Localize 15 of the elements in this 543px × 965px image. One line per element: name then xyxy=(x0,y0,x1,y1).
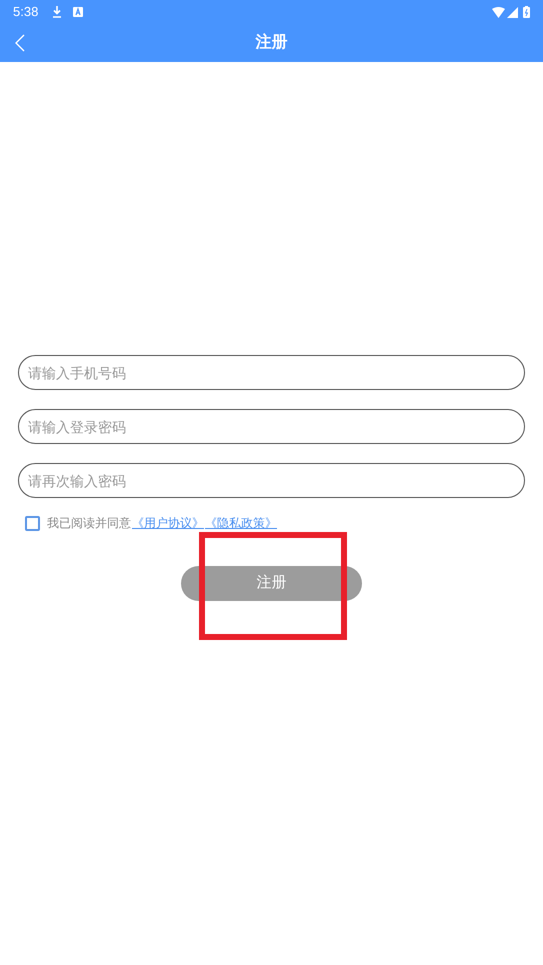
signal-icon xyxy=(507,6,518,18)
download-icon xyxy=(52,6,62,18)
input-field[interactable]: 请输入登录密码 xyxy=(18,409,525,444)
back-icon xyxy=(15,34,25,52)
page-title: 注册 xyxy=(256,32,288,53)
policy-link[interactable]: 《用户协议》 xyxy=(132,514,204,532)
wifi-icon xyxy=(492,6,505,18)
status-time: 5:38 xyxy=(13,3,38,22)
agreement-text: 我已阅读并同意 xyxy=(47,515,131,532)
input-field[interactable]: 请再次输入密码 xyxy=(18,463,525,498)
agree-checkbox[interactable] xyxy=(25,516,40,530)
keyboard-icon xyxy=(73,7,84,17)
policy-link[interactable]: 《隐私政策》 xyxy=(205,514,277,532)
input-field[interactable]: 请输入手机号码 xyxy=(18,355,525,390)
battery-icon xyxy=(523,6,530,18)
